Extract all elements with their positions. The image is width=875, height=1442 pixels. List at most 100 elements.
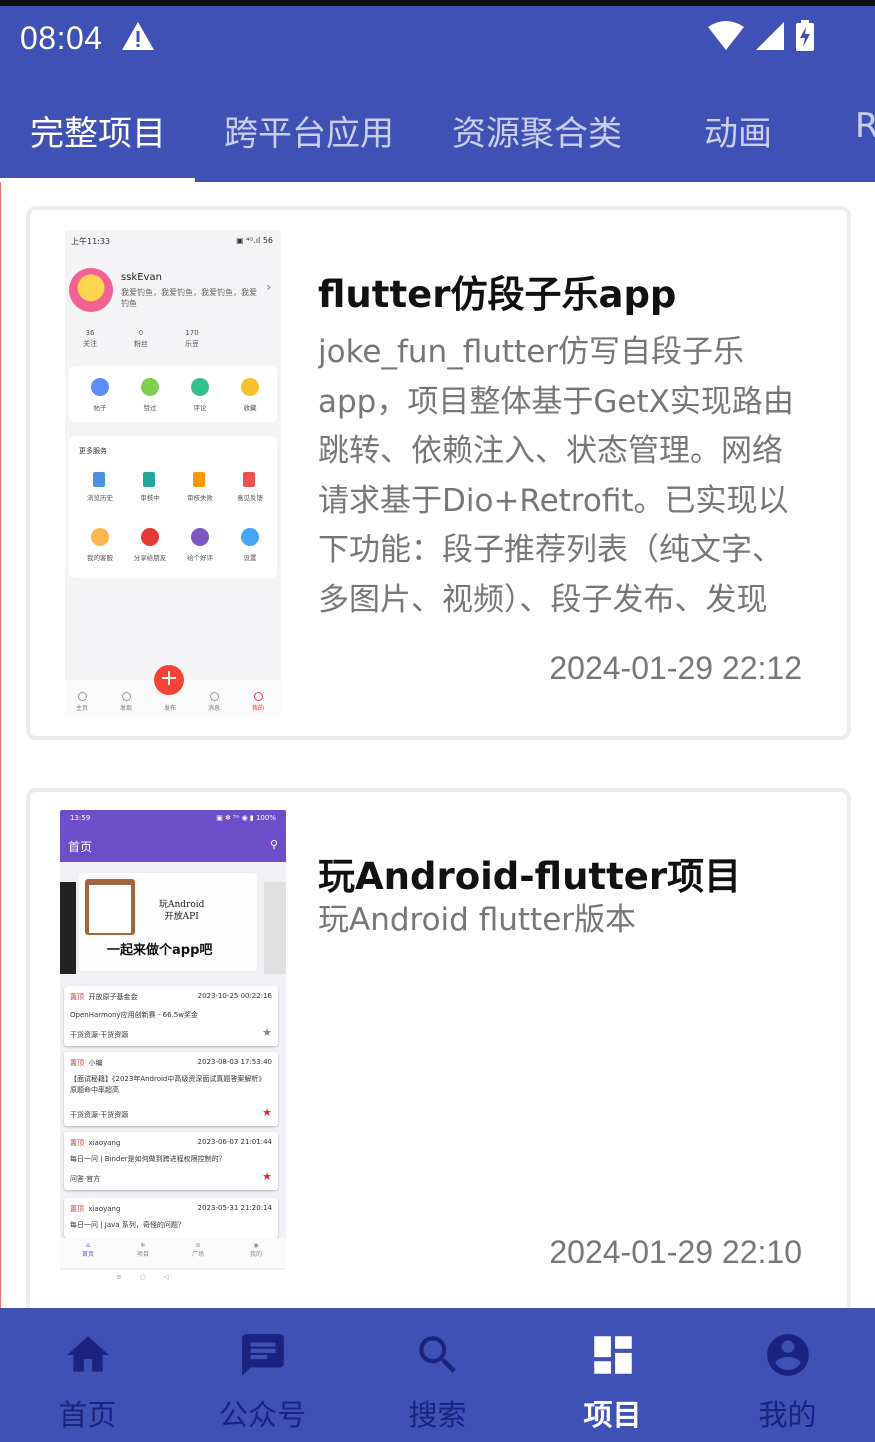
star-icon: ★ <box>262 1026 272 1039</box>
preview-stat: 36 关注 <box>83 329 97 348</box>
preview-nav-item: ◉ 我的 <box>249 1242 262 1258</box>
preview-nav-item: 发现 <box>111 692 141 712</box>
nav-label: 首页 <box>58 1398 117 1432</box>
nav-item-official-accounts[interactable]: 公众号 <box>175 1308 350 1442</box>
tab-complete-projects[interactable]: 完整项目 <box>30 106 166 155</box>
preview-banner-slogan: 一起来做个app吧 <box>107 943 213 958</box>
project-list[interactable]: 上午11:33 ▣ ⁴ᴳ.ıl 56 sskEvan 我爱钓鱼，我爱钓鱼，我爱钓… <box>0 182 875 1308</box>
project-thumbnail: 上午11:33 ▣ ⁴ᴳ.ıl 56 sskEvan 我爱钓鱼，我爱钓鱼，我爱钓… <box>65 230 281 716</box>
nav-label: 我的 <box>758 1398 817 1432</box>
preview-article-item: 置顶 开放原子基金会 2023-10-25 00:22:16 OpenHarmon… <box>64 986 278 1046</box>
account-icon <box>767 1334 809 1376</box>
preview-banner: 玩Android 开放API 一起来做个app吧 <box>78 872 258 972</box>
tab-resource-aggregation[interactable]: 资源聚合类 <box>452 106 622 155</box>
preview-status-time: 13:59 <box>70 814 91 822</box>
search-icon: ⚲ <box>269 838 278 851</box>
preview-nav-item: ⌂ 首页 <box>81 1242 94 1258</box>
project-description: 玩Android flutter版本 <box>318 902 637 938</box>
preview-banner-text: 玩Android 开放API <box>159 900 205 922</box>
avatar <box>69 268 113 312</box>
project-card[interactable]: 13:59 ▣ ✻ ⁵ᴳ ◉ ▮ 100% 首页 ⚲ 玩Android 开放API… <box>26 788 851 1308</box>
share-icon <box>141 528 159 546</box>
nav-item-search[interactable]: 搜索 <box>350 1308 525 1442</box>
feedback-icon <box>243 472 255 487</box>
warning-icon <box>122 22 154 50</box>
project-date: 2024-01-29 22:12 <box>549 650 802 686</box>
search-icon <box>419 1336 456 1373</box>
history-icon <box>93 472 105 487</box>
comment-icon <box>191 378 209 396</box>
preview-status-time: 上午11:33 <box>71 237 111 246</box>
preview-status-icons: ▣ ✻ ⁵ᴳ ◉ ▮ 100% <box>216 814 276 822</box>
preview-username: sskEvan <box>121 272 162 283</box>
preview-services-panel: 更多服务 浏览历史 审核中 审核失败 意见反馈 我的客服 分享给朋友 给个好评 … <box>69 436 277 578</box>
post-icon <box>91 378 109 396</box>
preview-service-label: 审核失败 <box>187 494 213 502</box>
nav-item-mine[interactable]: 我的 <box>700 1308 875 1442</box>
project-card[interactable]: 上午11:33 ▣ ⁴ᴳ.ıl 56 sskEvan 我爱钓鱼，我爱钓鱼，我爱钓… <box>26 206 851 740</box>
status-bar: 08:04 <box>0 6 875 70</box>
preview-stat: 170 乐豆 <box>185 329 199 348</box>
project-title: flutter仿段子乐app <box>318 273 677 316</box>
preview-bottom-nav: ⌂ 首页 ❄ 项目 ⊘ 广场 ◉ 我的 <box>60 1238 286 1268</box>
preview-service-label: 我的客服 <box>87 554 113 562</box>
preview-article-item: 置顶 xiaoyang 2023-06-07 21:01:44 每日一问 | Bi… <box>64 1132 278 1190</box>
preview-status-icons: ▣ ⁴ᴳ.ıl 56 <box>236 236 273 245</box>
bottom-navigation: 首页 公众号 搜索 项目 我的 <box>0 1308 875 1442</box>
nav-label: 公众号 <box>218 1398 306 1432</box>
preview-service-label: 审核中 <box>140 494 160 502</box>
review-failed-icon <box>193 472 205 487</box>
star-icon: ★ <box>262 1106 272 1119</box>
preview-page-title: 首页 <box>68 840 93 854</box>
battery-charging-icon <box>796 20 814 51</box>
preview-service-label: 给个好评 <box>187 554 213 562</box>
project-date: 2024-01-29 22:10 <box>549 1234 802 1270</box>
project-thumbnail: 13:59 ▣ ✻ ⁵ᴳ ◉ ▮ 100% 首页 ⚲ 玩Android 开放API… <box>60 810 286 1288</box>
preview-nav-item: ⊘ 广场 <box>191 1242 204 1258</box>
star-icon <box>241 378 259 396</box>
preview-article-item: 置顶 xiaoyang 2023-05-31 21:20:14 每日一问 | Ja… <box>64 1198 278 1238</box>
preview-system-nav: ≡ ○ ◁ <box>60 1270 286 1288</box>
project-title: 玩Android-flutter项目 <box>318 855 742 898</box>
preview-section-title: 更多服务 <box>79 447 107 455</box>
star-icon: ★ <box>262 1170 272 1183</box>
reviewing-icon <box>143 472 155 487</box>
preview-shortcuts-panel: 帖子 赞过 评论 收藏 <box>69 366 277 422</box>
category-tabs: 完整项目 跨平台应用 资源聚合类 动画 R <box>0 92 875 182</box>
customer-service-icon <box>91 528 109 546</box>
preview-nav-item: 主页 <box>67 692 97 712</box>
preview-service-label: 设置 <box>243 554 257 562</box>
chat-icon <box>242 1334 284 1376</box>
preview-shortcut-label: 评论 <box>193 404 207 412</box>
preview-nav-item: 我的 <box>243 692 273 712</box>
preview-stats: 36 关注 0 粉丝 170 乐豆 <box>65 328 281 352</box>
rate-icon <box>191 528 209 546</box>
preview-shortcut-label: 帖子 <box>93 404 107 412</box>
preview-article-item: 置顶 小编 2023-08-03 17:53:40 【面试秘籍】《2023年And… <box>64 1052 278 1126</box>
preview-service-label: 分享给朋友 <box>133 554 167 562</box>
status-clock: 08:04 <box>20 20 103 56</box>
clipboard-icon <box>85 879 135 935</box>
nav-label: 搜索 <box>408 1398 467 1432</box>
preview-bio: 我爱钓鱼，我爱钓鱼，我爱钓鱼，我爱钓鱼 <box>121 288 257 308</box>
tab-animation[interactable]: 动画 <box>704 106 772 155</box>
wifi-icon <box>708 21 744 50</box>
project-description: joke_fun_flutter仿写自段子乐app，项目整体基于GetX实现路由… <box>318 334 794 618</box>
preview-banner-next <box>264 882 286 974</box>
preview-service-label: 意见反馈 <box>237 494 263 502</box>
nav-label: 项目 <box>583 1398 642 1432</box>
preview-nav-item: 发布 <box>163 705 176 712</box>
preview-service-label: 浏览历史 <box>87 494 113 502</box>
tab-next-partial[interactable]: R <box>855 106 875 146</box>
app-bar: 08:04 完整项目 跨平台应用 资源聚合类 动画 R <box>0 6 875 182</box>
chevron-right-icon: › <box>266 280 271 294</box>
settings-icon <box>241 528 259 546</box>
nav-item-projects[interactable]: 项目 <box>525 1308 700 1442</box>
add-icon: + <box>154 665 184 695</box>
preview-nav-item: 消息 <box>199 692 229 712</box>
preview-banner-prev <box>60 882 76 974</box>
system-icons <box>707 20 815 52</box>
preview-stat: 0 粉丝 <box>134 329 148 348</box>
tab-cross-platform[interactable]: 跨平台应用 <box>224 106 394 155</box>
nav-item-home[interactable]: 首页 <box>0 1308 175 1442</box>
